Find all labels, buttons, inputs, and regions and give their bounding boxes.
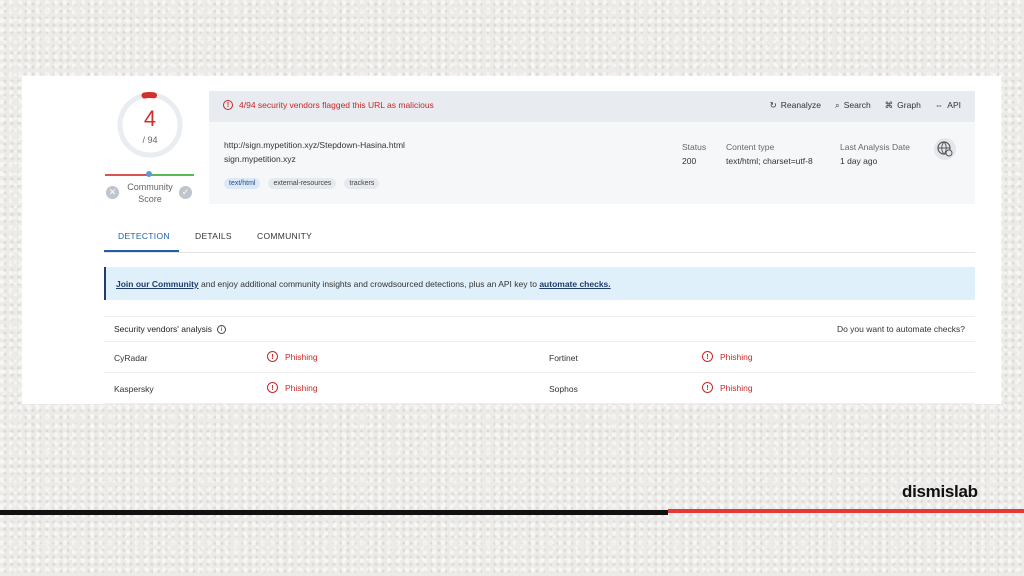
- info-icon[interactable]: i: [217, 324, 226, 334]
- vendor-result-text: Phishing: [720, 351, 753, 362]
- analyzed-url[interactable]: http://sign.mypetition.xyz/Stepdown-Hasi…: [224, 140, 405, 150]
- last-analysis-column: Last Analysis Date 1 day ago: [840, 140, 910, 168]
- reanalyze-label: Reanalyze: [780, 100, 821, 110]
- vendor-result: ! Phishing: [267, 382, 318, 393]
- vendor-result: ! Phishing: [702, 382, 753, 393]
- alert-icon: !: [702, 382, 713, 393]
- vendors-title-text: Security vendors' analysis: [114, 324, 212, 334]
- vendors-header: Security vendors' analysis i Do you want…: [104, 316, 975, 342]
- footer-bar-red: [668, 509, 1024, 513]
- url-info-panel: http://sign.mypetition.xyz/Stepdown-Hasi…: [209, 122, 975, 204]
- graph-label: Graph: [897, 100, 921, 110]
- vendor-result-text: Phishing: [720, 382, 753, 393]
- x-icon[interactable]: ✕: [106, 186, 119, 199]
- tab-details[interactable]: DETAILS: [195, 231, 232, 241]
- check-icon[interactable]: ✓: [179, 186, 192, 199]
- status-value: 200: [682, 156, 697, 166]
- analyzed-domain[interactable]: sign.mypetition.xyz: [224, 154, 296, 164]
- action-toolbar: ↻ Reanalyze ⌕ Search ⌘ Graph ⇔ API: [770, 100, 961, 111]
- banner-middle-text: and enjoy additional community insights …: [198, 279, 540, 289]
- search-icon: ⌕: [834, 100, 840, 110]
- footer-bar-black: [0, 510, 668, 515]
- search-label: Search: [843, 100, 871, 110]
- community-bar-positive: [149, 174, 194, 176]
- community-score-bar: [105, 171, 194, 177]
- content-type-label: Content type: [726, 142, 775, 152]
- table-row: Kaspersky ! Phishing Sophos ! Phishing: [104, 373, 975, 404]
- last-analysis-label: Last Analysis Date: [840, 142, 910, 152]
- content-type-column: Content type text/html; charset=utf-8: [726, 140, 813, 168]
- community-label-line1: Community: [127, 182, 173, 192]
- tag[interactable]: text/html: [224, 178, 261, 189]
- graph-icon: ⌘: [884, 100, 894, 110]
- community-bar-negative: [105, 174, 149, 176]
- content-type-value: text/html; charset=utf-8: [726, 156, 813, 166]
- vendor-result: ! Phishing: [267, 351, 318, 362]
- community-banner: Join our Community and enjoy additional …: [104, 267, 975, 300]
- tab-detection[interactable]: DETECTION: [118, 231, 170, 241]
- alert-icon: !: [702, 351, 713, 362]
- graph-button[interactable]: ⌘ Graph: [885, 100, 921, 111]
- table-row: CyRadar ! Phishing Fortinet ! Phishing: [104, 342, 975, 373]
- vendor-result: ! Phishing: [702, 351, 753, 362]
- community-score-label: Community Score: [120, 181, 180, 205]
- alert-header: ! 4/94 security vendors flagged this URL…: [209, 91, 975, 122]
- detection-score-gauge: 4 / 94: [115, 90, 185, 160]
- alert-text: 4/94 security vendors flagged this URL a…: [239, 100, 434, 110]
- tag[interactable]: external-resources: [268, 178, 337, 189]
- api-button[interactable]: ⇔ API: [935, 100, 961, 111]
- banner-text: Join our Community and enjoy additional …: [116, 279, 611, 289]
- dismislab-logo: dismislab: [902, 482, 978, 501]
- vendor-name: Fortinet: [549, 353, 578, 363]
- alert-icon: !: [223, 100, 233, 110]
- report-card: 4 / 94 ✕ Community Score ✓ ! 4/94 securi…: [22, 76, 1001, 404]
- api-label: API: [947, 100, 961, 110]
- report-tabs: DETECTION DETAILS COMMUNITY: [104, 226, 975, 253]
- community-bar-marker: [146, 171, 152, 177]
- vendor-result-text: Phishing: [285, 351, 318, 362]
- tag-list: text/html external-resources trackers: [224, 178, 380, 189]
- vendor-name: Sophos: [549, 384, 578, 394]
- alert-icon: !: [267, 351, 278, 362]
- automate-checks-link[interactable]: automate checks.: [539, 279, 610, 289]
- malicious-alert: ! 4/94 security vendors flagged this URL…: [223, 100, 434, 110]
- reanalyze-icon: ↻: [769, 100, 777, 110]
- vendor-name: Kaspersky: [114, 384, 154, 394]
- score-value: 4: [143, 106, 157, 131]
- reanalyze-button[interactable]: ↻ Reanalyze: [770, 100, 821, 111]
- vendors-title: Security vendors' analysis i: [114, 324, 226, 334]
- api-icon: ⇔: [934, 100, 944, 110]
- automate-checks-prompt[interactable]: Do you want to automate checks?: [837, 324, 965, 334]
- vendor-result-text: Phishing: [285, 382, 318, 393]
- alert-icon: !: [267, 382, 278, 393]
- status-column: Status 200: [682, 140, 706, 168]
- last-analysis-value: 1 day ago: [840, 156, 878, 166]
- active-tab-indicator: [104, 250, 179, 252]
- status-label: Status: [682, 142, 707, 152]
- community-label-line2: Score: [138, 194, 162, 204]
- score-total: / 94: [142, 135, 158, 145]
- vendor-name: CyRadar: [114, 353, 148, 363]
- search-button[interactable]: ⌕ Search: [835, 100, 871, 111]
- tab-community[interactable]: COMMUNITY: [257, 231, 312, 241]
- globe-icon: [934, 138, 956, 160]
- join-community-link[interactable]: Join our Community: [116, 279, 199, 289]
- tag[interactable]: trackers: [344, 178, 380, 189]
